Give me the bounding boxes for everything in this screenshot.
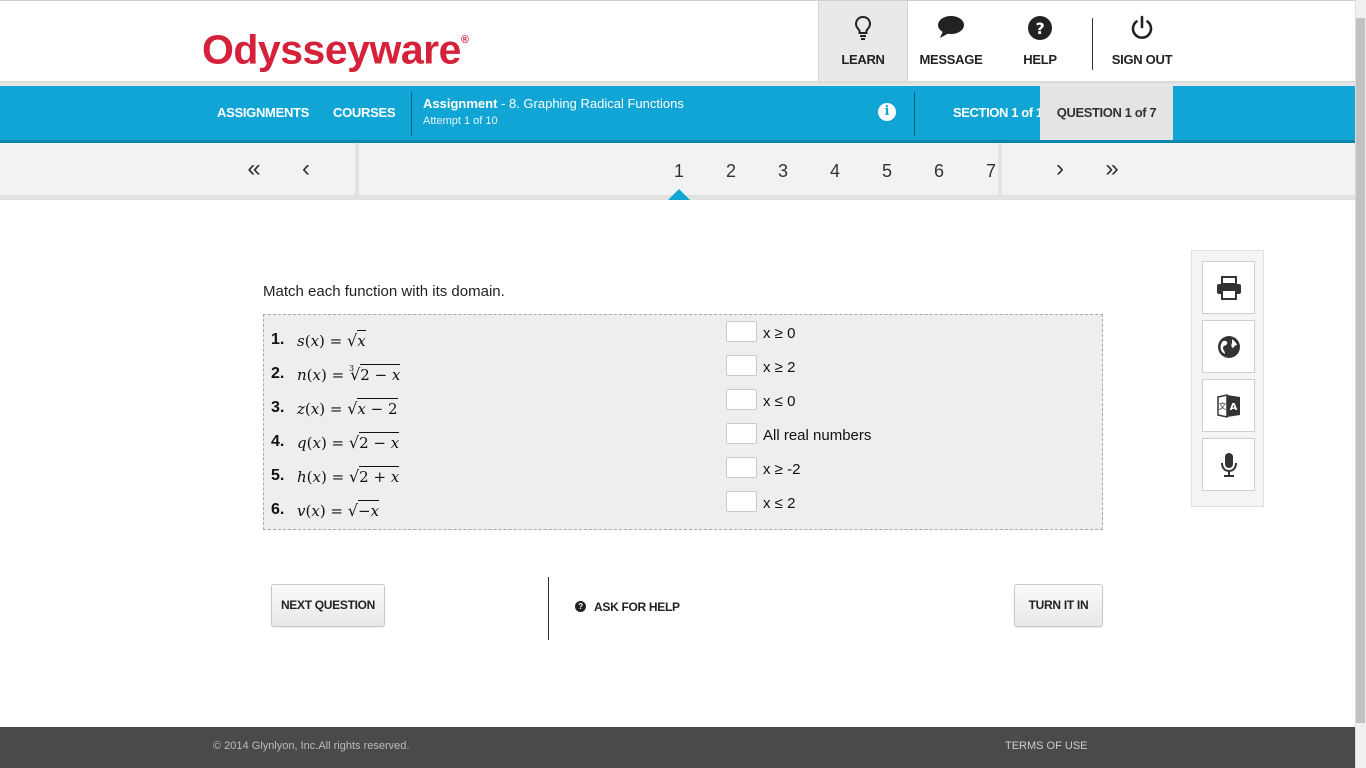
svg-text:?: ?: [1036, 19, 1045, 38]
next-page-button[interactable]: ›: [1046, 155, 1074, 183]
function-expression: n(x) = 3√2 − x: [297, 364, 401, 384]
nav-divider: [1092, 18, 1093, 70]
nav-message-button[interactable]: MESSAGE: [907, 1, 995, 81]
chat-bubble-icon: [937, 15, 965, 42]
assignment-name: - 8. Graphing Radical Functions: [497, 96, 684, 111]
prev-page-button[interactable]: ‹: [292, 155, 320, 183]
translate-button[interactable]: A 文: [1202, 379, 1255, 432]
assignment-title: Assignment - 8. Graphing Radical Functio…: [423, 96, 684, 111]
courses-link[interactable]: COURSES: [333, 86, 396, 140]
tools-panel: A 文: [1191, 250, 1264, 507]
function-expression: v(x) = √−x: [297, 500, 380, 520]
function-expression: z(x) = √x − 2: [297, 398, 398, 418]
svg-text:A: A: [1229, 402, 1237, 413]
power-icon: [1129, 15, 1155, 44]
help-circle-icon: ?: [575, 601, 586, 613]
function-number: 1.: [271, 331, 285, 348]
page-number-3[interactable]: 3: [768, 143, 798, 195]
answer-input[interactable]: [726, 423, 757, 444]
page-number-6[interactable]: 6: [924, 143, 954, 195]
assignments-link[interactable]: ASSIGNMENTS: [217, 86, 309, 140]
function-expression: q(x) = √2 − x: [297, 432, 400, 452]
domain-label: All real numbers: [763, 427, 872, 444]
logo-text: Odysseyware: [202, 26, 461, 73]
last-page-button[interactable]: »: [1098, 155, 1126, 183]
logo[interactable]: Odysseyware®: [202, 23, 469, 73]
print-button[interactable]: [1202, 261, 1255, 314]
function-number: 5.: [271, 467, 285, 484]
ask-for-help-label: ASK FOR HELP: [594, 600, 680, 614]
terms-of-use-link[interactable]: TERMS OF USE: [1005, 740, 1088, 752]
microphone-icon: [1220, 452, 1237, 477]
bar-divider: [411, 92, 412, 136]
assignment-bar: ASSIGNMENTS COURSES Assignment - 8. Grap…: [0, 86, 1355, 143]
lightbulb-icon: [854, 15, 872, 44]
turn-it-in-button[interactable]: TURN IT IN: [1014, 584, 1103, 627]
footer: © 2014 Glynlyon, Inc.All rights reserved…: [0, 727, 1355, 768]
answer-input[interactable]: [726, 321, 757, 342]
question-pager: « ‹ 1234567 › »: [0, 143, 1355, 195]
question-indicator: QUESTION 1 of 7: [1040, 86, 1173, 140]
function-expression: h(x) = √2 + x: [297, 466, 400, 486]
help-circle-icon: ?: [1027, 15, 1053, 44]
first-page-button[interactable]: «: [240, 155, 268, 183]
answer-input[interactable]: [726, 457, 757, 478]
function-number: 3.: [271, 399, 285, 416]
globe-button[interactable]: [1202, 320, 1255, 373]
next-question-button[interactable]: NEXT QUESTION: [271, 584, 385, 627]
nav-help-button[interactable]: ? HELP: [997, 1, 1083, 81]
logo-registered-mark: ®: [460, 34, 469, 46]
page-number-5[interactable]: 5: [872, 143, 902, 195]
function-expression: s(x) = √x: [297, 330, 366, 350]
print-icon: [1216, 275, 1241, 300]
microphone-button[interactable]: [1202, 438, 1255, 491]
info-icon[interactable]: i: [878, 103, 896, 121]
header: Odysseyware® LEARN MESSAGE ? HELP SIGN O…: [0, 1, 1355, 81]
domain-label: x ≥ -2: [763, 461, 801, 478]
question-prompt: Match each function with its domain.: [263, 283, 505, 300]
nav-learn-button[interactable]: LEARN: [818, 1, 908, 81]
answer-input[interactable]: [726, 491, 757, 512]
assignment-label: Assignment: [423, 96, 498, 111]
domain-label: x ≤ 2: [763, 495, 796, 512]
copyright-text: © 2014 Glynlyon, Inc.All rights reserved…: [213, 740, 410, 752]
nav-learn-label: LEARN: [841, 52, 885, 67]
domain-label: x ≤ 0: [763, 393, 796, 410]
scrollbar-thumb[interactable]: [1356, 18, 1365, 723]
action-divider: [548, 577, 549, 640]
domain-label: x ≥ 2: [763, 359, 796, 376]
bar-divider: [914, 92, 915, 136]
domain-label: x ≥ 0: [763, 325, 796, 342]
globe-icon: [1217, 335, 1240, 358]
ask-for-help-button[interactable]: ? ASK FOR HELP: [575, 600, 680, 614]
nav-help-label: HELP: [1023, 52, 1057, 67]
active-page-caret: [668, 189, 690, 200]
answer-input[interactable]: [726, 389, 757, 410]
section-indicator: SECTION 1 of 1: [953, 105, 1043, 120]
svg-text:文: 文: [1218, 401, 1226, 411]
translate-icon: A 文: [1216, 393, 1240, 418]
page-number-2[interactable]: 2: [716, 143, 746, 195]
function-number: 2.: [271, 365, 285, 382]
page-number-1[interactable]: 1: [664, 143, 694, 195]
matching-area: 1. s(x) = √x 2. n(x) = 3√2 − x 3. z(x) =…: [263, 314, 1103, 530]
nav-signout-label: SIGN OUT: [1111, 52, 1173, 67]
answer-input[interactable]: [726, 355, 757, 376]
nav-message-label: MESSAGE: [919, 52, 983, 67]
nav-signout-button[interactable]: SIGN OUT: [1100, 1, 1184, 81]
page-number-4[interactable]: 4: [820, 143, 850, 195]
function-number: 4.: [271, 433, 285, 450]
attempt-counter: Attempt 1 of 10: [423, 115, 498, 127]
function-number: 6.: [271, 501, 285, 518]
pager-separator: [355, 143, 359, 195]
pager-separator: [998, 143, 1002, 195]
